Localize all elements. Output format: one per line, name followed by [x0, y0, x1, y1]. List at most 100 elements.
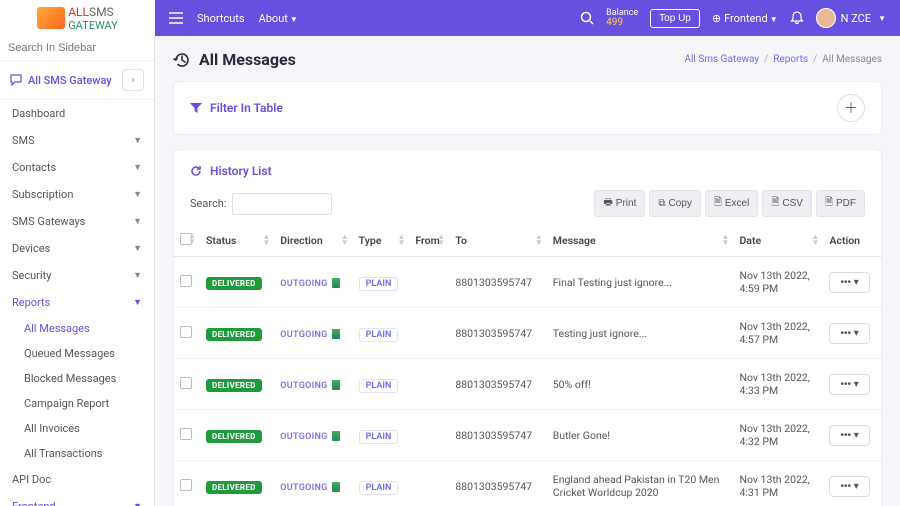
sidebar: All SMS Gateway › DashboardSMS▼Contacts▼…	[0, 36, 155, 506]
sidebar-brand-row[interactable]: All SMS Gateway ›	[0, 61, 154, 100]
frontend-dropdown[interactable]: ⊕Frontend▼	[712, 12, 778, 25]
csv-button[interactable]: 🗎CSV	[762, 190, 812, 217]
print-icon: 🖶	[603, 195, 612, 212]
crumb-reports[interactable]: Reports	[773, 54, 808, 65]
menu-toggle-icon[interactable]	[169, 12, 183, 24]
sidebar-item-sms[interactable]: SMS▼	[0, 127, 154, 154]
col-date[interactable]: Date▲▼	[733, 225, 823, 257]
table-toolbar: Search: 🖶Print ⧉Copy 🗎Excel 🗎CSV 🗎PDF	[174, 182, 881, 217]
user-menu[interactable]: N ZCE▼	[816, 8, 886, 28]
excel-button[interactable]: 🗎Excel	[705, 190, 759, 217]
chevron-right-icon[interactable]: ›	[122, 69, 144, 91]
status-badge: DELIVERED	[206, 481, 262, 494]
topup-button[interactable]: Top Up	[650, 9, 700, 28]
chevron-down-icon: ▼	[133, 216, 142, 227]
refresh-icon[interactable]	[190, 165, 202, 177]
table-row: DELIVEREDOUTGOINGPLAIN880130359574750% o…	[174, 359, 881, 410]
sidebar-sub-blocked-messages[interactable]: Blocked Messages	[0, 366, 154, 391]
search-icon[interactable]	[580, 11, 594, 25]
sidebar-item-devices[interactable]: Devices▼	[0, 235, 154, 262]
col-action: Action	[823, 225, 881, 257]
sidebar-sub-all-transactions[interactable]: All Transactions	[0, 441, 154, 466]
direction-value: OUTGOING	[280, 483, 327, 493]
row-action-button[interactable]: ••• ▾	[829, 272, 869, 293]
row-action-button[interactable]: ••• ▾	[829, 476, 869, 497]
message-cell: Testing just ignore...	[547, 308, 734, 359]
logo[interactable]: ALLSMS GATEWAY	[37, 5, 118, 32]
row-action-button[interactable]: ••• ▾	[829, 425, 869, 446]
sidebar-item-frontend[interactable]: Frontend▼	[0, 493, 154, 506]
bell-icon[interactable]	[790, 11, 804, 25]
shortcuts-link[interactable]: Shortcuts	[197, 12, 245, 25]
type-value: PLAIN	[359, 430, 399, 444]
from-cell	[409, 359, 449, 410]
sim-icon	[332, 482, 340, 492]
chevron-down-icon: ▼	[133, 162, 142, 173]
sidebar-item-security[interactable]: Security▼	[0, 262, 154, 289]
sidebar-item-dashboard[interactable]: Dashboard	[0, 100, 154, 127]
message-cell: Butler Gone!	[547, 410, 734, 461]
filter-toggle[interactable]: Filter In Table	[190, 101, 283, 115]
col-type[interactable]: Type▲▼	[353, 225, 410, 257]
file-icon: 🗎	[714, 195, 722, 212]
print-button[interactable]: 🖶Print	[594, 190, 645, 217]
type-value: PLAIN	[359, 481, 399, 495]
chat-icon	[10, 74, 22, 86]
status-badge: DELIVERED	[206, 328, 262, 341]
row-action-button[interactable]: ••• ▾	[829, 374, 869, 395]
page-header: All Messages All Sms Gateway/ Reports/ A…	[173, 50, 882, 69]
sidebar-item-reports[interactable]: Reports▼	[0, 289, 154, 316]
copy-button[interactable]: ⧉Copy	[649, 190, 701, 217]
status-badge: DELIVERED	[206, 430, 262, 443]
file-icon: 🗎	[771, 195, 779, 212]
pdf-button[interactable]: 🗎PDF	[816, 190, 865, 217]
direction-value: OUTGOING	[280, 279, 327, 289]
sidebar-sub-queued-messages[interactable]: Queued Messages	[0, 341, 154, 366]
sidebar-item-subscription[interactable]: Subscription▼	[0, 181, 154, 208]
history-heading: History List	[174, 150, 881, 182]
date-cell: Nov 13th 2022, 4:31 PM	[733, 461, 823, 506]
col-from[interactable]: From▲▼	[409, 225, 449, 257]
from-cell	[409, 257, 449, 308]
col-to[interactable]: To▲▼	[449, 225, 546, 257]
logo-box: ALLSMS GATEWAY	[0, 0, 155, 36]
to-cell: 8801303595747	[449, 257, 546, 308]
row-checkbox[interactable]	[180, 326, 192, 338]
chevron-down-icon: ▼	[133, 297, 142, 308]
messages-table: ▲▼ Status▲▼ Direction▲▼ Type▲▼ From▲▼ To…	[174, 225, 881, 506]
row-action-button[interactable]: ••• ▾	[829, 323, 869, 344]
sim-icon	[332, 380, 340, 390]
page-title: All Messages	[173, 50, 296, 69]
row-checkbox[interactable]	[180, 479, 192, 491]
logo-text: ALLSMS GATEWAY	[68, 5, 118, 32]
sidebar-item-contacts[interactable]: Contacts▼	[0, 154, 154, 181]
balance-display: Balance 499	[606, 9, 638, 28]
to-cell: 8801303595747	[449, 359, 546, 410]
sidebar-sub-all-invoices[interactable]: All Invoices	[0, 416, 154, 441]
table-row: DELIVEREDOUTGOINGPLAIN8801303595747Engla…	[174, 461, 881, 506]
date-cell: Nov 13th 2022, 4:57 PM	[733, 308, 823, 359]
sidebar-sub-all-messages[interactable]: All Messages	[0, 316, 154, 341]
row-checkbox[interactable]	[180, 377, 192, 389]
col-direction[interactable]: Direction▲▼	[274, 225, 352, 257]
about-dropdown[interactable]: About▼	[259, 12, 298, 25]
row-checkbox[interactable]	[180, 275, 192, 287]
sidebar-item-sms-gateways[interactable]: SMS Gateways▼	[0, 208, 154, 235]
chevron-down-icon: ▼	[133, 270, 142, 281]
col-message[interactable]: Message▲▼	[547, 225, 734, 257]
type-value: PLAIN	[359, 277, 399, 291]
sidebar-search-input[interactable]	[0, 36, 154, 61]
direction-value: OUTGOING	[280, 432, 327, 442]
table-search-input[interactable]	[232, 193, 332, 215]
history-icon	[173, 51, 191, 69]
row-checkbox[interactable]	[180, 428, 192, 440]
crumb-home[interactable]: All Sms Gateway	[684, 54, 759, 65]
sidebar-item-api-doc[interactable]: API Doc	[0, 466, 154, 493]
type-value: PLAIN	[359, 328, 399, 342]
add-button[interactable]: ＋	[837, 94, 865, 122]
col-status[interactable]: Status▲▼	[200, 225, 274, 257]
header-bar: Shortcuts About▼ Balance 499 Top Up ⊕Fro…	[155, 8, 900, 28]
from-cell	[409, 461, 449, 506]
status-badge: DELIVERED	[206, 379, 262, 392]
sidebar-sub-campaign-report[interactable]: Campaign Report	[0, 391, 154, 416]
